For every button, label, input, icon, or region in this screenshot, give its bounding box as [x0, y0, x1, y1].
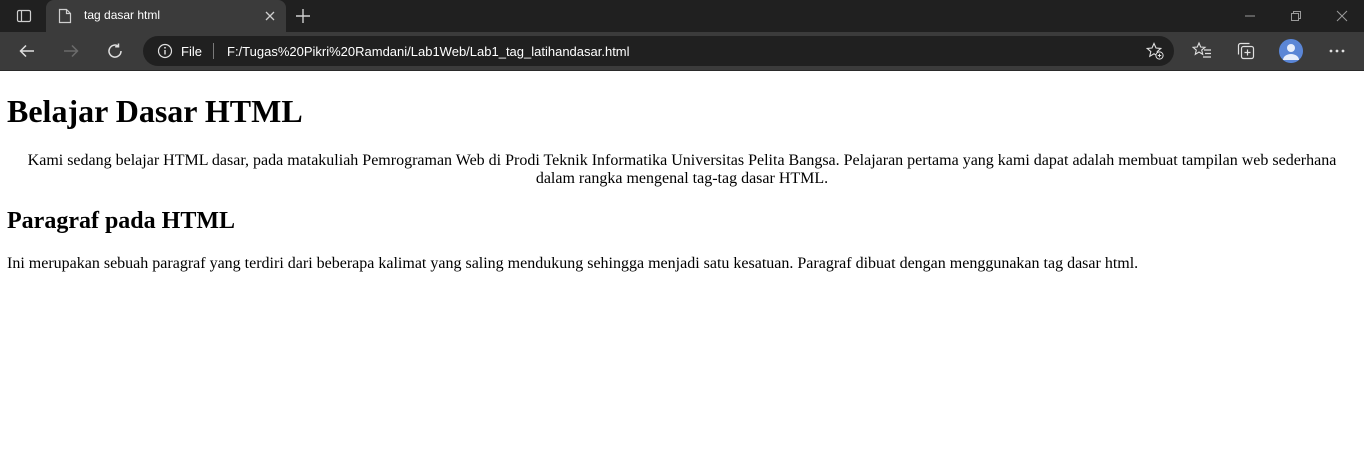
back-arrow-icon[interactable]	[17, 41, 37, 61]
address-separator	[213, 43, 214, 59]
close-window-icon[interactable]	[1335, 9, 1349, 28]
tab-actions-button[interactable]	[8, 6, 40, 26]
restore-icon[interactable]	[1289, 9, 1303, 28]
minimize-icon[interactable]	[1243, 9, 1257, 28]
url-text[interactable]: F:/Tugas%20Pikri%20Ramdani/Lab1Web/Lab1_…	[227, 44, 630, 59]
forward-arrow-icon[interactable]	[61, 41, 81, 61]
refresh-icon[interactable]	[105, 41, 125, 61]
favorites-icon[interactable]	[1191, 41, 1212, 66]
tab-strip: tag dasar html	[0, 0, 1364, 32]
profile-avatar[interactable]	[1279, 39, 1303, 63]
more-options-icon[interactable]	[1328, 41, 1346, 66]
collections-icon[interactable]	[1236, 41, 1256, 66]
add-favorite-icon[interactable]	[1145, 42, 1164, 65]
tab-title: tag dasar html	[84, 8, 161, 22]
close-tab-icon[interactable]	[264, 9, 276, 27]
scheme-label: File	[181, 44, 202, 59]
browser-toolbar: File F:/Tugas%20Pikri%20Ramdani/Lab1Web/…	[0, 32, 1364, 71]
page-icon	[58, 8, 72, 29]
body-paragraph: Ini merupakan sebuah paragraf yang terdi…	[7, 255, 1139, 272]
site-info-icon[interactable]	[157, 43, 173, 64]
page-heading: Belajar Dasar HTML	[7, 93, 303, 129]
page-content: Belajar Dasar HTML Kami sedang belajar H…	[0, 71, 1364, 456]
tab-actions-icon	[16, 9, 32, 23]
new-tab-icon[interactable]	[294, 7, 312, 30]
active-tab[interactable]: tag dasar html	[46, 0, 286, 32]
section-heading: Paragraf pada HTML	[7, 208, 235, 234]
intro-paragraph: Kami sedang belajar HTML dasar, pada mat…	[27, 152, 1337, 187]
address-bar[interactable]: File F:/Tugas%20Pikri%20Ramdani/Lab1Web/…	[143, 36, 1174, 66]
